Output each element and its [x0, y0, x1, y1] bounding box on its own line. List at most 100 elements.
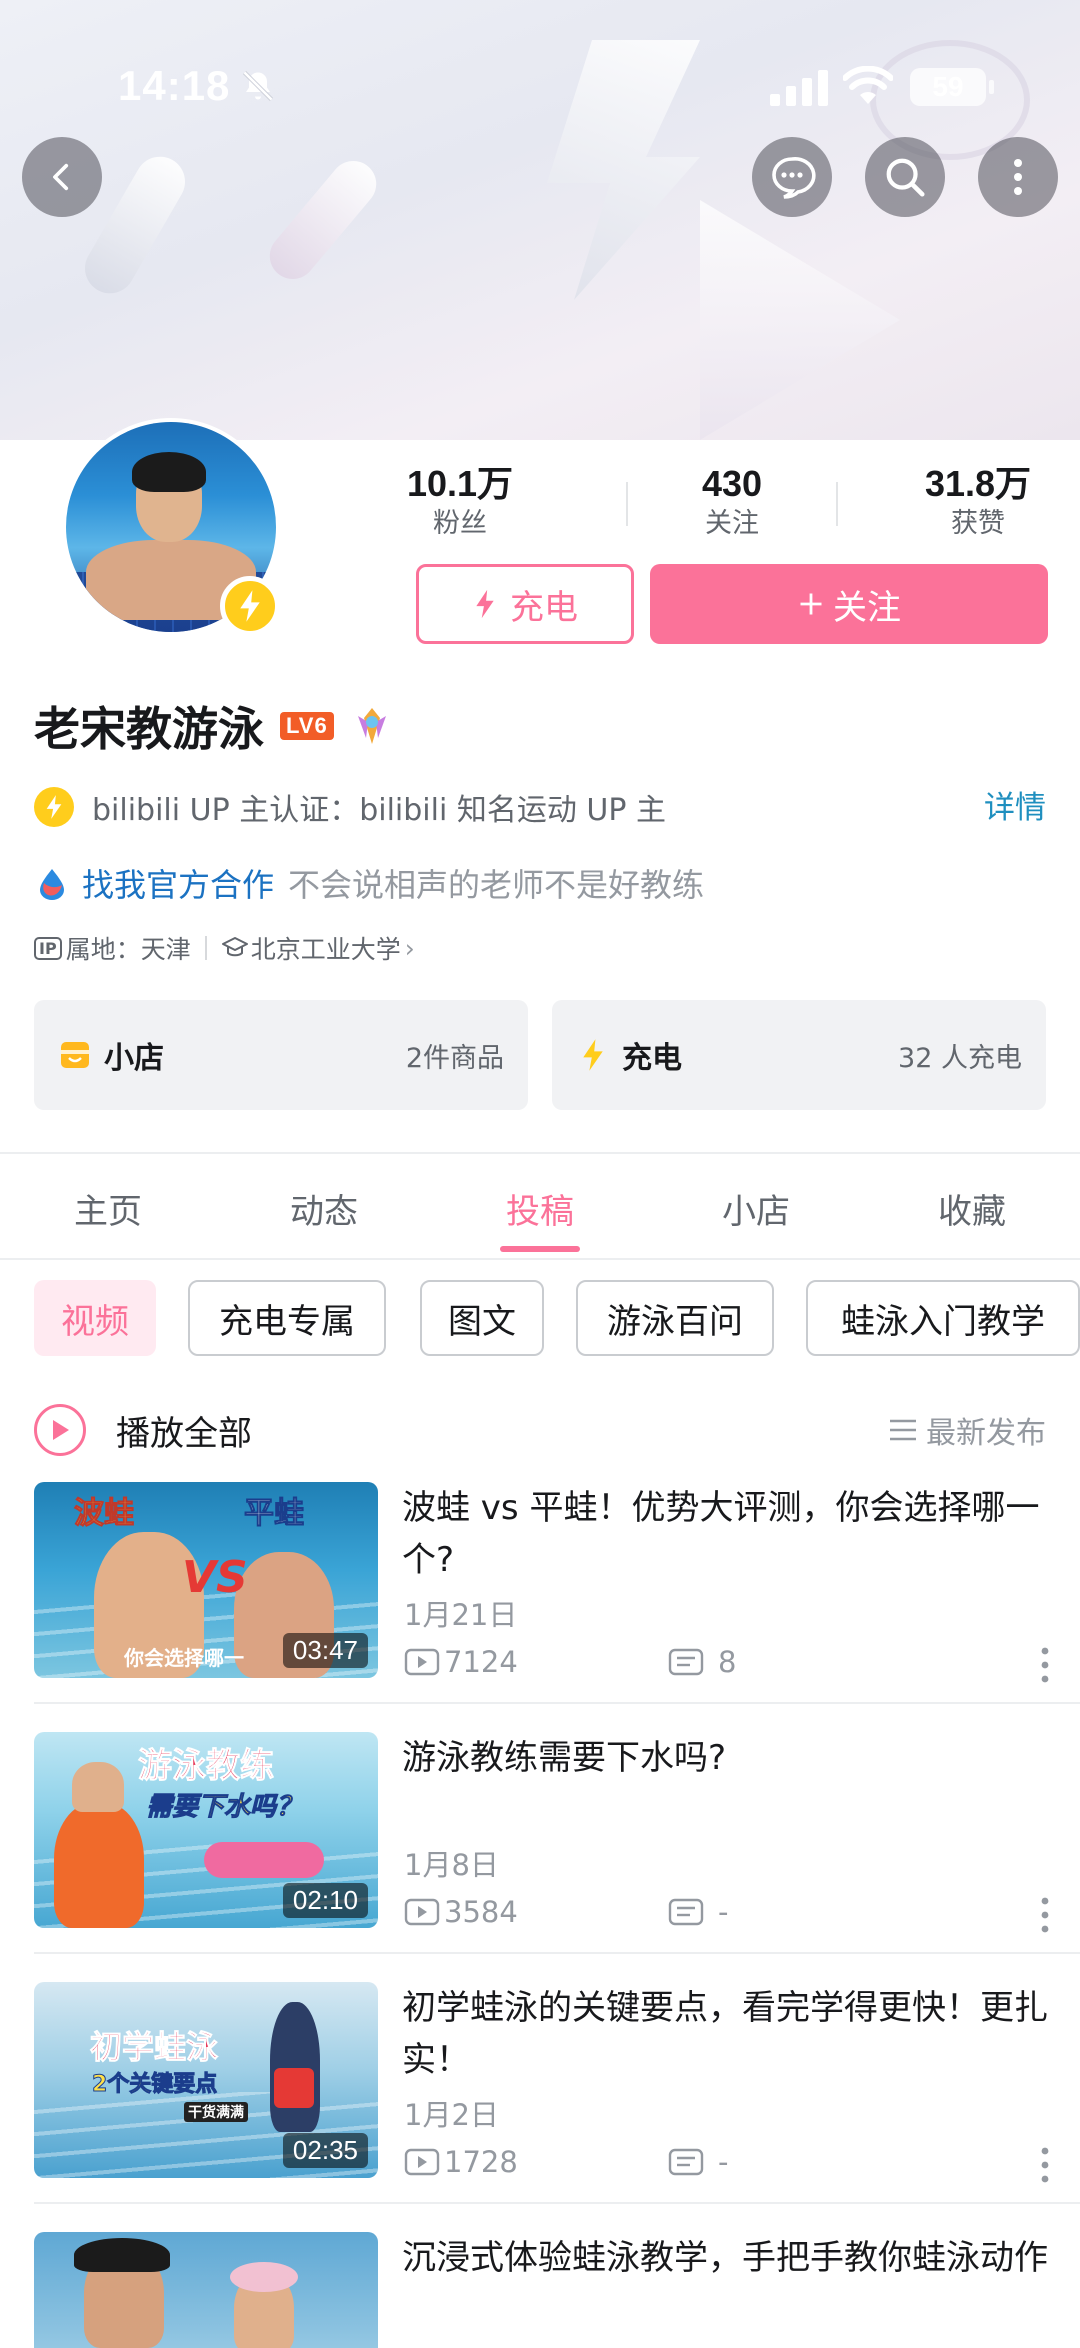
video-stats: 3584 -	[404, 1892, 1064, 1932]
list-icon	[890, 1419, 916, 1441]
shop-card-title: 小店	[104, 1041, 164, 1076]
more-vertical-icon[interactable]	[1040, 2146, 1050, 2184]
tab-uploads[interactable]: 投稿	[470, 1184, 610, 1233]
play-all-button[interactable]: 播放全部	[116, 1406, 252, 1455]
likes-label: 获赞	[951, 508, 1005, 539]
signal-icon	[770, 70, 828, 106]
video-title[interactable]: 波蛙 vs 平蛙！优势大评测，你会选择哪一个?	[402, 1482, 1062, 1586]
back-button[interactable]	[22, 137, 102, 217]
tab-favorites[interactable]: 收藏	[902, 1184, 1042, 1233]
tab-shop[interactable]: 小店	[686, 1184, 826, 1233]
danmaku-icon	[668, 1898, 704, 1926]
followers-stat[interactable]: 10.1万 粉丝	[370, 462, 550, 542]
video-thumbnail[interactable]	[34, 2232, 378, 2348]
danmaku-count: -	[718, 1895, 729, 1929]
chevron-left-icon	[53, 163, 69, 191]
play-decoration	[700, 200, 900, 440]
danmaku-icon	[668, 2148, 704, 2176]
search-icon	[886, 158, 925, 197]
video-thumbnail[interactable]: 初学蛙泳 2个关键要点 干货满满 02:35	[34, 1982, 378, 2178]
filter-image-text[interactable]: 图文	[420, 1280, 544, 1356]
video-item[interactable]: 波蛙 平蛙 VS 你会选择哪一 03:47 波蛙 vs 平蛙！优势大评测，你会选…	[34, 1482, 1080, 1683]
verified-icon	[34, 787, 74, 827]
banner-decoration	[260, 151, 386, 289]
video-thumbnail[interactable]: 游泳教练 需要下水吗？ 02:10	[34, 1732, 378, 1928]
more-vertical-icon[interactable]	[1040, 1646, 1050, 1684]
user-name: 老宋教游泳	[34, 702, 264, 756]
thumbnail-caption: 2个关键要点	[91, 2072, 218, 2098]
video-item[interactable]: 初学蛙泳 2个关键要点 干货满满 02:35 初学蛙泳的关键要点，看完学得更快！…	[34, 1982, 1080, 2183]
official-cooperation-link[interactable]: 找我官方合作	[82, 860, 274, 906]
school-link[interactable]: 北京工业大学	[251, 930, 401, 966]
tab-dynamics[interactable]: 动态	[254, 1184, 394, 1233]
play-count-icon	[404, 1648, 440, 1676]
video-title[interactable]: 沉浸式体验蛙泳教学，手把手教你蛙泳动作	[402, 2232, 1062, 2284]
shop-card-count: 2件商品	[405, 1042, 504, 1074]
verification-detail-link[interactable]: 详情	[984, 782, 1046, 827]
wifi-icon	[843, 66, 893, 104]
charge-button[interactable]: 充电	[416, 564, 634, 644]
thumbnail-caption: 波蛙	[74, 1496, 135, 1532]
video-duration: 03:47	[282, 1633, 368, 1668]
play-circle-icon[interactable]	[34, 1404, 86, 1456]
thumbnail-caption: 平蛙	[244, 1496, 305, 1532]
video-stats: 1728 -	[404, 2142, 1064, 2182]
active-tab-indicator	[500, 1246, 580, 1252]
message-button[interactable]	[752, 137, 832, 217]
play-count: 3584	[444, 1895, 518, 1929]
thumbnail-caption: 你会选择哪一	[124, 1646, 244, 1670]
followers-label: 粉丝	[433, 508, 487, 539]
charge-card[interactable]: 充电 32 人充电	[552, 1000, 1046, 1110]
danmaku-count: 8	[718, 1645, 737, 1679]
likes-count: 31.8万	[924, 463, 1032, 504]
charge-badge-icon	[220, 576, 280, 636]
plus-icon	[800, 593, 822, 615]
play-all-row: 播放全部 最新发布	[34, 1400, 1046, 1460]
followers-count: 10.1万	[406, 463, 514, 504]
filter-breaststroke-tutorial[interactable]: 蛙泳入门教学	[806, 1280, 1080, 1356]
likes-stat[interactable]: 31.8万 获赞	[888, 462, 1068, 542]
bio-text: 不会说相声的老师不是好教练	[288, 866, 705, 904]
bell-off-icon	[242, 70, 274, 102]
chat-bubble-icon	[772, 156, 816, 199]
medal-icon[interactable]	[350, 704, 394, 748]
filter-swim-faq[interactable]: 游泳百问	[576, 1280, 774, 1356]
video-title[interactable]: 游泳教练需要下水吗?	[402, 1732, 1062, 1784]
list-divider	[34, 1952, 1080, 1954]
sort-label: 最新发布	[926, 1416, 1046, 1451]
thumbnail-caption: 需要下水吗？	[145, 1792, 303, 1823]
search-button[interactable]	[865, 137, 945, 217]
video-date: 1月2日	[404, 2098, 499, 2132]
video-date: 1月21日	[404, 1598, 518, 1632]
thumbnail-caption: VS	[182, 1552, 248, 1603]
status-time: 14:18	[118, 62, 231, 109]
video-item[interactable]: 游泳教练 需要下水吗？ 02:10 游泳教练需要下水吗? 1月8日 3584 -	[34, 1732, 1080, 1933]
follow-button[interactable]: 关注	[650, 564, 1048, 644]
thumbnail-caption: 游泳教练	[138, 1746, 275, 1787]
thumbnail-caption: 干货满满	[184, 2102, 248, 2122]
lightning-icon	[583, 1039, 603, 1071]
video-thumbnail[interactable]: 波蛙 平蛙 VS 你会选择哪一 03:47	[34, 1482, 378, 1678]
more-options-button[interactable]	[978, 137, 1058, 217]
profile-stats: 10.1万 粉丝 430 关注 31.8万 获赞	[380, 462, 1060, 542]
video-item[interactable]: 沉浸式体验蛙泳教学，手把手教你蛙泳动作	[34, 2232, 1080, 2348]
meta-row: IP 属地：天津 北京工业大学 ›	[34, 928, 415, 968]
stat-divider	[626, 482, 628, 526]
filter-charge-exclusive[interactable]: 充电专属	[188, 1280, 386, 1356]
name-row: 老宋教游泳 LV6	[34, 696, 394, 756]
video-title[interactable]: 初学蛙泳的关键要点，看完学得更快！更扎实！	[402, 1982, 1062, 2086]
tab-home[interactable]: 主页	[38, 1184, 178, 1233]
shop-icon	[61, 1042, 89, 1068]
cooperation-icon	[40, 869, 64, 900]
list-divider	[34, 1702, 1080, 1704]
charge-card-count: 32 人充电	[898, 1042, 1022, 1074]
bio-row: 找我官方合作 不会说相声的老师不是好教练	[34, 858, 704, 908]
more-vertical-icon[interactable]	[1040, 1896, 1050, 1934]
sort-button[interactable]: 最新发布	[888, 1408, 1046, 1452]
filter-video[interactable]: 视频	[34, 1280, 156, 1356]
video-duration: 02:35	[282, 2133, 368, 2168]
shop-card[interactable]: 小店 2件商品	[34, 1000, 528, 1110]
following-stat[interactable]: 430 关注	[642, 462, 822, 542]
list-divider	[34, 2202, 1080, 2204]
lightning-icon	[476, 589, 494, 619]
